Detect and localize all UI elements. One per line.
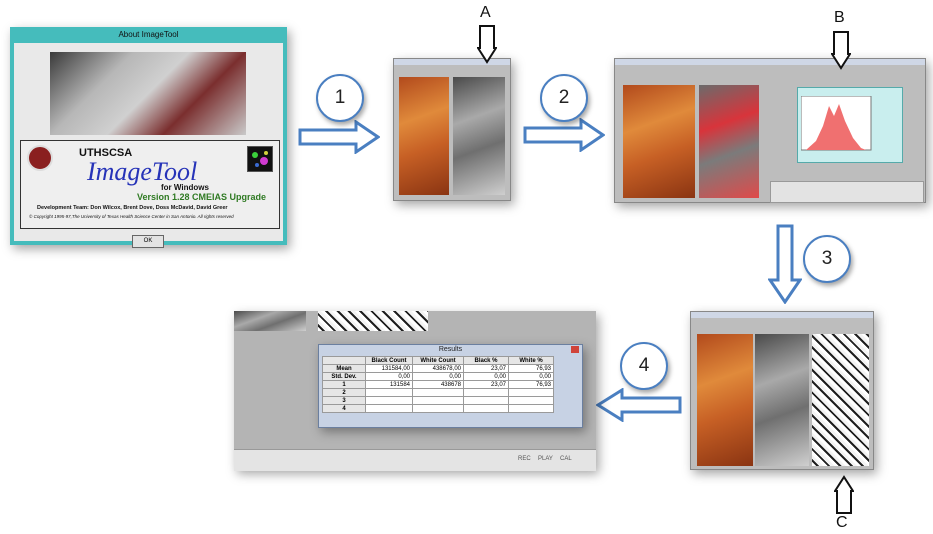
table-cell: 0,00: [365, 372, 413, 381]
marker-c-arrow: [834, 475, 854, 514]
table-row: 4: [322, 404, 554, 413]
screenshot-titlebar: [691, 312, 873, 318]
table-cell: 0,00: [463, 372, 509, 381]
table-row: Std. Dev. 0,00 0,00 0,00 0,00: [322, 372, 554, 381]
step-3-badge: 3: [803, 235, 851, 283]
step-1-badge: 1: [316, 74, 364, 122]
table-cell: [463, 396, 509, 405]
threshold-dialog: [797, 87, 903, 163]
table-row: 1 131584 438678 23,07 76,93: [322, 380, 554, 389]
version-text: Version 1.28 CMEIAS Upgrade: [137, 192, 267, 202]
column-header: Black %: [463, 356, 509, 365]
status-rec: REC: [518, 456, 531, 462]
marker-a-arrow: [477, 25, 497, 64]
copyright-text: © Copyright 1995-97,The University of Te…: [29, 214, 234, 219]
marker-c-label: C: [836, 514, 848, 531]
table-cell: 438678,00: [412, 364, 464, 373]
about-info-box: UTHSCSA ImageTool for Windows Version 1.…: [20, 140, 280, 229]
about-title: About ImageTool: [118, 30, 179, 39]
arrow-step-3: [768, 224, 802, 304]
table-cell: [365, 396, 413, 405]
university-seal-icon: [27, 145, 53, 171]
arrow-step-1: [298, 120, 380, 154]
status-bar: REC PLAY CAL: [234, 449, 596, 471]
step-2-badge: 2: [540, 74, 588, 122]
marker-b-label: B: [834, 9, 845, 26]
original-image-panel: [399, 77, 449, 195]
arrow-step-2: [523, 118, 605, 152]
table-header-row: Black Count White Count Black % White %: [322, 356, 554, 365]
table-cell: 23,07: [463, 380, 509, 389]
table-cell: 131584,00: [365, 364, 413, 373]
table-cell: 0,00: [412, 372, 464, 381]
row-label: Std. Dev.: [322, 372, 366, 381]
image-strip-binary: [318, 311, 428, 331]
arrow-step-4: [596, 388, 682, 422]
table-cell: 76,93: [508, 364, 554, 373]
table-cell: [412, 388, 464, 397]
row-label: 1: [322, 380, 366, 389]
row-label: 4: [322, 404, 366, 413]
grayscale-image-panel: [453, 77, 505, 195]
column-header: White Count: [412, 356, 464, 365]
original-image-panel: [697, 334, 753, 466]
grayscale-image-panel: [755, 334, 809, 466]
table-cell: [412, 404, 464, 413]
close-icon[interactable]: [571, 346, 579, 353]
status-cal: CAL: [560, 456, 572, 462]
column-header: Black Count: [365, 356, 413, 365]
table-row: Mean 131584,00 438678,00 23,07 76,93: [322, 364, 554, 373]
image-strip-left: [234, 311, 306, 331]
screenshot-titlebar: [615, 59, 925, 65]
marker-a-label: A: [480, 4, 491, 21]
about-photo: [50, 52, 246, 135]
table-cell: [412, 396, 464, 405]
step-4-badge: 4: [620, 342, 668, 390]
table-cell: [508, 404, 554, 413]
status-play: PLAY: [538, 456, 553, 462]
dev-team-text: Development Team: Don Wilcox, Brent Dove…: [37, 205, 228, 211]
thresholded-image-panel: [699, 85, 759, 198]
row-label: 2: [322, 388, 366, 397]
results-mini-window: [770, 181, 924, 203]
table-cell: [365, 388, 413, 397]
histogram-chart: [801, 96, 872, 151]
marker-b-arrow: [831, 31, 851, 70]
table-cell: 0,00: [508, 372, 554, 381]
table-cell: 23,07: [463, 364, 509, 373]
row-label: Mean: [322, 364, 366, 373]
about-imagetool-window: About ImageTool UTHSCSA ImageTool for Wi…: [10, 27, 287, 248]
table-row: 2: [322, 388, 554, 397]
screenshot-binary: [690, 311, 874, 470]
table-cell: [463, 388, 509, 397]
table-cell: [463, 404, 509, 413]
ok-button[interactable]: OK: [132, 235, 164, 248]
screenshot-two-images: [393, 58, 511, 201]
results-table: Black Count White Count Black % White % …: [322, 356, 554, 413]
screenshot-threshold: [614, 58, 926, 203]
table-cell: [508, 396, 554, 405]
row-label: 3: [322, 396, 366, 405]
table-cell: [508, 388, 554, 397]
binary-image-panel: [812, 334, 869, 466]
table-row: 3: [322, 396, 554, 405]
about-content: UTHSCSA ImageTool for Windows Version 1.…: [14, 43, 283, 248]
column-header: [322, 356, 366, 365]
original-image-panel: [623, 85, 695, 198]
platform-text: for Windows: [161, 183, 209, 192]
column-header: White %: [508, 356, 554, 365]
results-title: Results: [438, 346, 463, 353]
table-cell: 131584: [365, 380, 413, 389]
table-cell: 438678: [412, 380, 464, 389]
table-cell: 76,93: [508, 380, 554, 389]
results-window: Results Black Count White Count Black % …: [318, 344, 583, 428]
cmeias-logo-icon: [247, 146, 273, 172]
table-cell: [365, 404, 413, 413]
